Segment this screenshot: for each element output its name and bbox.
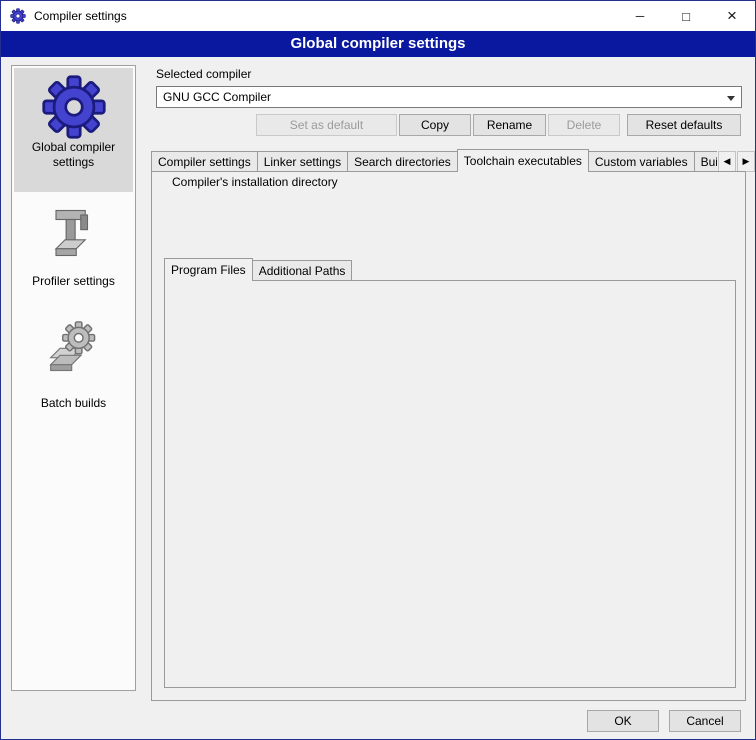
maximize-button[interactable]: □ [663, 1, 709, 31]
gear-icon [41, 74, 107, 140]
profiler-tool-icon [47, 206, 101, 260]
selected-compiler-value: GNU GCC Compiler [163, 90, 271, 104]
titlebar: Compiler settings ─ □ × [1, 1, 755, 31]
window-controls: ─ □ × [617, 1, 755, 31]
program-files-tabbar: Program Files Additional Paths [164, 258, 484, 281]
tab-program-files[interactable]: Program Files [164, 258, 253, 281]
tab-custom-variables[interactable]: Custom variables [588, 151, 695, 172]
reset-defaults-button[interactable]: Reset defaults [627, 114, 741, 136]
category-sidebar: Global compiler settings Profiler settin… [11, 65, 136, 691]
tab-scroll-right-button[interactable]: ▶ [737, 151, 755, 172]
set-as-default-button[interactable]: Set as default [256, 114, 397, 136]
tab-scroll-left-button[interactable]: ◀ [718, 151, 736, 172]
selected-compiler-label: Selected compiler [156, 67, 251, 81]
delete-button[interactable]: Delete [548, 114, 620, 136]
sidebar-item-batch-builds[interactable]: Batch builds [14, 312, 133, 482]
tab-build-options[interactable]: Build [694, 151, 717, 172]
minimize-button[interactable]: ─ [617, 1, 663, 31]
chevron-down-icon [727, 96, 735, 105]
tab-toolchain-executables[interactable]: Toolchain executables [457, 149, 589, 172]
ok-button[interactable]: OK [587, 710, 659, 732]
cancel-button[interactable]: Cancel [669, 710, 741, 732]
tab-linker-settings[interactable]: Linker settings [257, 151, 348, 172]
page-title: Global compiler settings [1, 31, 755, 57]
rename-button[interactable]: Rename [473, 114, 546, 136]
compiler-settings-window: Compiler settings ─ □ × Global compiler … [0, 0, 756, 740]
window-title: Compiler settings [34, 9, 127, 23]
program-files-panel [164, 280, 736, 688]
app-icon [10, 8, 26, 24]
sidebar-item-label: Profiler settings [18, 274, 130, 289]
installation-directory-group-label: Compiler's installation directory [168, 175, 342, 189]
selected-compiler-select[interactable]: GNU GCC Compiler [156, 86, 742, 108]
tab-compiler-settings[interactable]: Compiler settings [151, 151, 258, 172]
sidebar-item-label: Batch builds [18, 396, 130, 411]
tab-additional-paths[interactable]: Additional Paths [252, 260, 353, 281]
copy-button[interactable]: Copy [399, 114, 471, 136]
settings-tabbar: Compiler settings Linker settings Search… [151, 149, 717, 172]
sidebar-item-label: Global compiler settings [18, 140, 130, 170]
tab-search-directories[interactable]: Search directories [347, 151, 458, 172]
close-button[interactable]: × [709, 1, 755, 31]
batch-builds-icon [46, 318, 102, 374]
sidebar-item-global-compiler-settings[interactable]: Global compiler settings [14, 68, 133, 192]
